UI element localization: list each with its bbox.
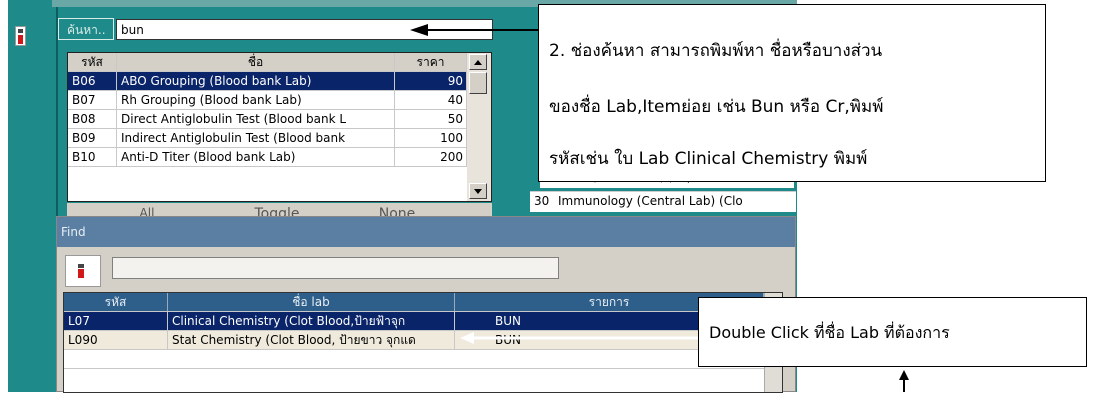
find-results-table: รหัส ชื่อ lab รายการ L07 Clinical Chemis… xyxy=(63,292,783,393)
background-list-code: 30 xyxy=(534,194,550,208)
lab-table: รหัส ชื่อ ราคา B06 ABO Grouping (Blood b… xyxy=(67,52,492,202)
blood-tube-icon[interactable] xyxy=(15,26,26,46)
left-toolbar-strip xyxy=(0,0,8,392)
row-code: L07 xyxy=(64,312,168,330)
find-dialog-title[interactable]: Find xyxy=(57,217,795,247)
lab-table-scrollbar[interactable] xyxy=(467,53,491,201)
scroll-thumb[interactable] xyxy=(469,72,487,94)
row-price: 200 xyxy=(395,148,467,166)
lab-table-header: รหัส ชื่อ ราคา xyxy=(68,53,467,72)
find-blood-tube-icon[interactable] xyxy=(65,255,101,287)
chevron-down-icon xyxy=(474,189,482,194)
row-code: B09 xyxy=(68,129,117,147)
find-input[interactable] xyxy=(112,257,559,279)
find-dialog: Find รหัส ชื่อ lab รายการ L07 Clinical C… xyxy=(56,216,796,393)
column-header-price[interactable]: ราคา xyxy=(395,53,467,71)
row-code: B07 xyxy=(68,91,117,109)
search-help-line-3: รหัสเช่น ใบ Lab Clinical Chemistry พิมพ์ xyxy=(549,149,868,169)
table-row[interactable]: B06 ABO Grouping (Blood bank Lab) 90 xyxy=(68,72,467,91)
table-row[interactable]: B08 Direct Antiglobulin Test (Blood bank… xyxy=(68,110,467,129)
column-header-lab-name[interactable]: ชื่อ lab xyxy=(168,293,455,311)
table-row[interactable]: B07 Rh Grouping (Blood bank Lab) 40 xyxy=(68,91,467,110)
row-price: 50 xyxy=(395,110,467,128)
search-help-line-2: ของชื่อ Lab,Itemย่อย เช่น Bun หรือ Cr,พิ… xyxy=(549,97,884,117)
double-click-help-text: Double Click ที่ชื่อ Lab ที่ต้องการ xyxy=(709,323,950,342)
background-list-label: Immunology (Central Lab) (Clo xyxy=(558,194,743,208)
row-code: B06 xyxy=(68,72,117,90)
row-name: Indirect Antiglobulin Test (Blood bank xyxy=(117,129,395,147)
row-name: Rh Grouping (Blood bank Lab) xyxy=(117,91,395,109)
search-help-callout: 2. ช่องค้นหา สามารถพิมพ์หา ชื่อหรือบางส่… xyxy=(538,4,1046,182)
table-row[interactable]: L07 Clinical Chemistry (Clot Blood,ป้ายฟ… xyxy=(64,312,764,331)
row-price: 90 xyxy=(395,72,467,90)
column-header-code[interactable]: รหัส xyxy=(68,53,117,71)
selection-button-bar: All Toggle None xyxy=(67,203,492,217)
arrow-up-icon xyxy=(899,370,909,392)
scroll-up-button[interactable] xyxy=(469,54,487,70)
left-teal-strip xyxy=(8,0,52,392)
scroll-down-button[interactable] xyxy=(469,183,487,199)
table-row[interactable]: B09 Indirect Antiglobulin Test (Blood ba… xyxy=(68,129,467,148)
column-header-name[interactable]: ชื่อ xyxy=(117,53,395,71)
search-input[interactable]: bun xyxy=(116,19,493,40)
column-header-code[interactable]: รหัส xyxy=(64,293,168,311)
table-row-empty xyxy=(64,350,764,369)
row-code: L090 xyxy=(64,331,168,349)
table-row[interactable]: L090 Stat Chemistry (Clot Blood, ป้ายขาว… xyxy=(64,331,764,350)
double-click-help-callout: Double Click ที่ชื่อ Lab ที่ต้องการ xyxy=(698,297,1087,367)
row-name: Anti-D Titer (Blood bank Lab) xyxy=(117,148,395,166)
row-name: ABO Grouping (Blood bank Lab) xyxy=(117,72,395,90)
chevron-up-icon xyxy=(474,60,482,65)
find-results-header: รหัส ชื่อ lab รายการ xyxy=(64,293,764,312)
search-help-line-1: 2. ช่องค้นหา สามารถพิมพ์หา ชื่อหรือบางส่… xyxy=(549,41,883,61)
row-name: Direct Antiglobulin Test (Blood bank L xyxy=(117,110,395,128)
row-code: B08 xyxy=(68,110,117,128)
background-list-row[interactable]: 30 Immunology (Central Lab) (Clo xyxy=(530,191,796,212)
row-lab-name: Stat Chemistry (Clot Blood, ป้ายขาว จุกแ… xyxy=(168,331,455,349)
search-label: ค้นหา.. xyxy=(58,18,114,40)
row-price: 100 xyxy=(395,129,467,147)
table-row[interactable]: B10 Anti-D Titer (Blood bank Lab) 200 xyxy=(68,148,467,167)
row-lab-name: Clinical Chemistry (Clot Blood,ป้ายฟ้าจุ… xyxy=(168,312,455,330)
row-price: 40 xyxy=(395,91,467,109)
row-code: B10 xyxy=(68,148,117,166)
